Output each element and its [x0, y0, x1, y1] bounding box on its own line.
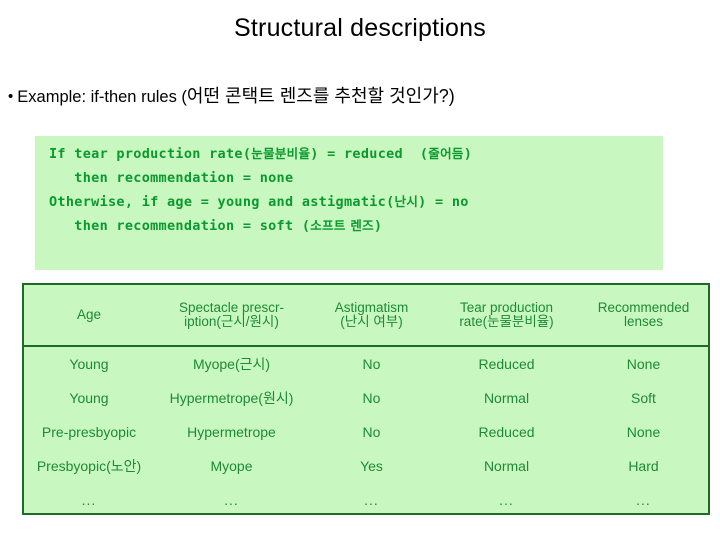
column-header-astigmatism-line2: (난시 여부) — [340, 314, 403, 329]
column-header-astigmatism-line1: Astigmatism — [334, 300, 409, 315]
cell-tear-rate: Normal — [483, 458, 530, 474]
column-header-tear-line2: rate(눈물분비율) — [459, 314, 554, 329]
cell-spectacle: Myope(근시) — [192, 356, 271, 372]
rule-line-2: then recommendation = none — [35, 166, 663, 190]
column-header-age: Age — [24, 285, 154, 347]
cell-tear-rate: Normal — [483, 390, 530, 406]
rule-line-1-seg-1: 눈물분비율 — [251, 146, 311, 161]
table-row: ... ... ... ... ... — [24, 483, 708, 517]
table-row: Pre-presbyopic Hypermetrope No Reduced N… — [24, 415, 708, 449]
rule-line-3-seg-0: Otherwise, if age = young and astigmatic… — [49, 194, 395, 210]
rule-line-4-seg-1: 소프트 렌즈 — [310, 218, 374, 233]
rule-line-3-seg-2: ) = no — [418, 194, 469, 210]
cell-spectacle: Hypermetrope — [187, 424, 276, 440]
rule-line-1-seg-4: ) — [463, 146, 473, 162]
cell-lenses: None — [626, 424, 661, 440]
cell-astigmatism: No — [362, 356, 381, 372]
column-header-tear-line1: Tear production — [459, 300, 554, 315]
cell-age: Young — [69, 390, 109, 406]
rule-line-3: Otherwise, if age = young and astigmatic… — [35, 190, 663, 214]
bullet-text-korean: 어떤 콘택트 렌즈를 추천할 것인가?) — [186, 86, 455, 106]
cell-age: ... — [81, 492, 97, 508]
bullet-dot-icon: • — [8, 88, 14, 105]
column-header-tear-production-rate: Tear production rate(눈물분비율) — [434, 285, 579, 347]
cell-spectacle: ... — [224, 492, 239, 508]
rule-line-4-seg-0: then recommendation = soft ( — [49, 218, 311, 234]
cell-astigmatism: No — [362, 390, 381, 406]
table-row: Young Myope(근시) No Reduced None — [24, 346, 708, 381]
column-header-lenses-line2: lenses — [623, 314, 664, 329]
column-header-spectacle-line1: Spectacle prescr- — [178, 300, 285, 315]
cell-age: Young — [69, 356, 109, 372]
cell-lenses: Soft — [631, 390, 656, 406]
cell-lenses: Hard — [628, 458, 659, 474]
table-header-row: Age Spectacle prescr- iption(근시/원시) Asti… — [24, 285, 708, 347]
column-header-lenses-line1: Recommended — [597, 300, 690, 315]
if-then-rule-block: If tear production rate(눈물분비율) = reduced… — [35, 136, 663, 270]
cell-age: Pre-presbyopic — [41, 424, 137, 440]
rule-line-1-seg-2: ) = reduced ( — [310, 146, 429, 162]
table-row: Presbyopic(노안) Myope Yes Normal Hard — [24, 449, 708, 483]
bullet-example-line: • Example: if-then rules (어떤 콘택트 렌즈를 추천할 … — [8, 86, 455, 107]
cell-spectacle: Myope — [210, 458, 253, 474]
column-header-spectacle-line2: iption(근시/원시) — [184, 314, 279, 329]
table-row: Young Hypermetrope(원시) No Normal Soft — [24, 381, 708, 415]
column-header-recommended-lenses: Recommended lenses — [579, 285, 708, 347]
rule-line-4: then recommendation = soft (소프트 렌즈) — [35, 214, 663, 238]
column-header-astigmatism: Astigmatism (난시 여부) — [309, 285, 434, 347]
cell-tear-rate: Reduced — [478, 356, 535, 372]
rule-line-1-seg-3: 줄어듬 — [428, 146, 464, 161]
lens-data-table: Age Spectacle prescr- iption(근시/원시) Asti… — [24, 285, 708, 517]
cell-astigmatism: No — [362, 424, 381, 440]
cell-tear-rate: Reduced — [478, 424, 535, 440]
cell-astigmatism: Yes — [360, 458, 383, 474]
cell-lenses: None — [626, 356, 661, 372]
cell-astigmatism: ... — [364, 492, 379, 508]
cell-lenses: ... — [636, 492, 651, 508]
column-header-age-line1: Age — [76, 307, 102, 322]
cell-spectacle: Hypermetrope(원시) — [169, 390, 294, 406]
column-header-spectacle-prescription: Spectacle prescr- iption(근시/원시) — [154, 285, 309, 347]
cell-tear-rate: ... — [499, 492, 514, 508]
bullet-text-english: Example: if-then rules ( — [17, 88, 187, 106]
cell-age: Presbyopic(노안) — [36, 458, 142, 474]
rule-line-2-seg-0: then recommendation = none — [49, 170, 294, 186]
page-title: Structural descriptions — [234, 14, 486, 42]
rule-line-4-seg-2: ) — [373, 218, 383, 234]
rule-line-3-seg-1: 난시 — [394, 194, 419, 209]
contact-lens-table: Age Spectacle prescr- iption(근시/원시) Asti… — [22, 283, 710, 515]
rule-line-1: If tear production rate(눈물분비율) = reduced… — [35, 142, 663, 166]
rule-line-1-seg-0: If tear production rate( — [49, 146, 252, 162]
